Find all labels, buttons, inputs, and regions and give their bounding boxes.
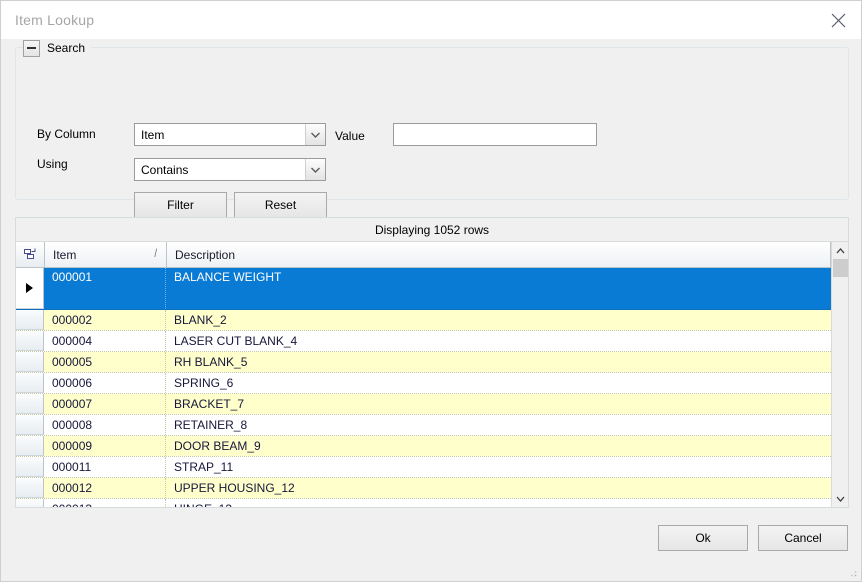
table-row[interactable]: 000011 STRAP_11 [16,457,831,478]
dialog-client-area: Search By Column Using Value Item Contai… [1,39,861,581]
cell-description[interactable]: HINGE_13 [166,499,831,507]
table-row[interactable]: 000004 LASER CUT BLANK_4 [16,331,831,352]
cell-description[interactable]: SPRING_6 [166,373,831,393]
by-column-label: By Column [37,127,96,141]
chevron-down-icon [311,167,320,173]
minus-icon [27,47,36,49]
table-row[interactable]: 000008 RETAINER_8 [16,415,831,436]
column-header-item[interactable]: Item / [45,242,167,267]
close-icon [831,13,845,27]
cell-description[interactable]: DOOR BEAM_9 [166,436,831,456]
row-selector-cell[interactable] [16,310,44,330]
table-row[interactable]: 000013HINGE_13 [16,499,831,507]
row-selector-cell[interactable] [16,373,44,393]
grid-rows: 000001 BALANCE WEIGHT 000002 BLANK_2 000004 L… [16,268,831,507]
using-selected-value: Contains [141,162,189,177]
grid-select-all-icon [23,248,35,259]
sort-ascending-icon: / [153,246,157,260]
table-row[interactable]: 000005 RH BLANK_5 [16,352,831,373]
table-row[interactable]: 000007 BRACKET_7 [16,394,831,415]
cell-item[interactable]: 000004 [44,331,166,351]
cancel-button[interactable]: Cancel [758,525,848,551]
cell-item[interactable]: 000002 [44,310,166,330]
cell-description[interactable]: STRAP_11 [166,457,831,477]
cell-item[interactable]: 000008 [44,415,166,435]
resize-grip-icon[interactable] [846,566,858,578]
row-selector-cell[interactable] [16,415,44,435]
cell-item[interactable]: 000006 [44,373,166,393]
value-label: Value [335,129,365,143]
window-title: Item Lookup [15,12,95,28]
row-selector-cell[interactable] [16,268,44,309]
cell-description[interactable]: BRACKET_7 [166,394,831,414]
cell-item[interactable]: 000005 [44,352,166,372]
item-lookup-dialog: Item Lookup Search By Column Using Value… [0,0,862,582]
grid-select-all-cell[interactable] [16,242,45,267]
scroll-down-button[interactable] [832,490,848,507]
table-row[interactable]: 000002 BLANK_2 [16,310,831,331]
scroll-thumb[interactable] [833,259,848,277]
search-group-title: Search [47,41,86,55]
column-header-description[interactable]: Description [167,242,831,267]
title-bar: Item Lookup [1,1,861,39]
row-selector-cell[interactable] [16,352,44,372]
grid-row-count-caption: Displaying 1052 rows [16,218,848,242]
row-selector-cell[interactable] [16,478,44,498]
table-row[interactable]: 000009 DOOR BEAM_9 [16,436,831,457]
search-group-header: Search [23,39,92,57]
column-header-description-label: Description [175,247,236,262]
row-selector-cell[interactable] [16,331,44,351]
chevron-down-icon [836,496,844,502]
cell-item[interactable]: 000001 [44,268,166,309]
cell-item[interactable]: 000012 [44,478,166,498]
value-input[interactable] [393,123,597,146]
grid-header-row: Item / Description [16,242,831,268]
filter-button[interactable]: Filter [134,192,227,218]
cell-item[interactable]: 000011 [44,457,166,477]
grid-body: Item / Description 000001 BALANCE WEIGHT 0… [16,242,848,507]
row-selector-cell[interactable] [16,499,44,507]
chevron-up-icon [836,247,844,253]
using-label: Using [37,157,68,171]
cell-item[interactable]: 000007 [44,394,166,414]
chevron-down-icon [311,132,320,138]
cell-item[interactable]: 000013 [44,499,166,507]
cell-description[interactable]: LASER CUT BLANK_4 [166,331,831,351]
using-dropdown-arrow[interactable] [305,159,325,180]
collapse-search-button[interactable] [23,39,40,57]
row-selector-cell[interactable] [16,457,44,477]
cell-item[interactable]: 000009 [44,436,166,456]
cell-description[interactable]: BALANCE WEIGHT [166,268,831,309]
current-record-arrow-icon [26,283,33,293]
table-row[interactable]: 000006 SPRING_6 [16,373,831,394]
by-column-dropdown-arrow[interactable] [305,124,325,145]
using-select[interactable]: Contains [134,158,326,181]
column-header-item-label: Item [53,247,77,262]
reset-button[interactable]: Reset [234,192,327,218]
ok-button[interactable]: Ok [658,525,748,551]
grid-scroll-area: Item / Description 000001 BALANCE WEIGHT 0… [16,242,831,507]
row-selector-cell[interactable] [16,436,44,456]
close-button[interactable] [815,1,861,39]
row-selector-cell[interactable] [16,394,44,414]
by-column-selected-value: Item [141,127,165,142]
results-grid-panel: Displaying 1052 rows Item / Description … [15,217,849,508]
scroll-track[interactable] [832,259,848,490]
table-row[interactable]: 000001 BALANCE WEIGHT [16,268,831,310]
by-column-select[interactable]: Item [134,123,326,146]
cell-description[interactable]: BLANK_2 [166,310,831,330]
cell-description[interactable]: RH BLANK_5 [166,352,831,372]
table-row[interactable]: 000012 UPPER HOUSING_12 [16,478,831,499]
cell-description[interactable]: UPPER HOUSING_12 [166,478,831,498]
scroll-up-button[interactable] [832,242,848,259]
grid-vertical-scrollbar[interactable] [831,242,848,507]
cell-description[interactable]: RETAINER_8 [166,415,831,435]
